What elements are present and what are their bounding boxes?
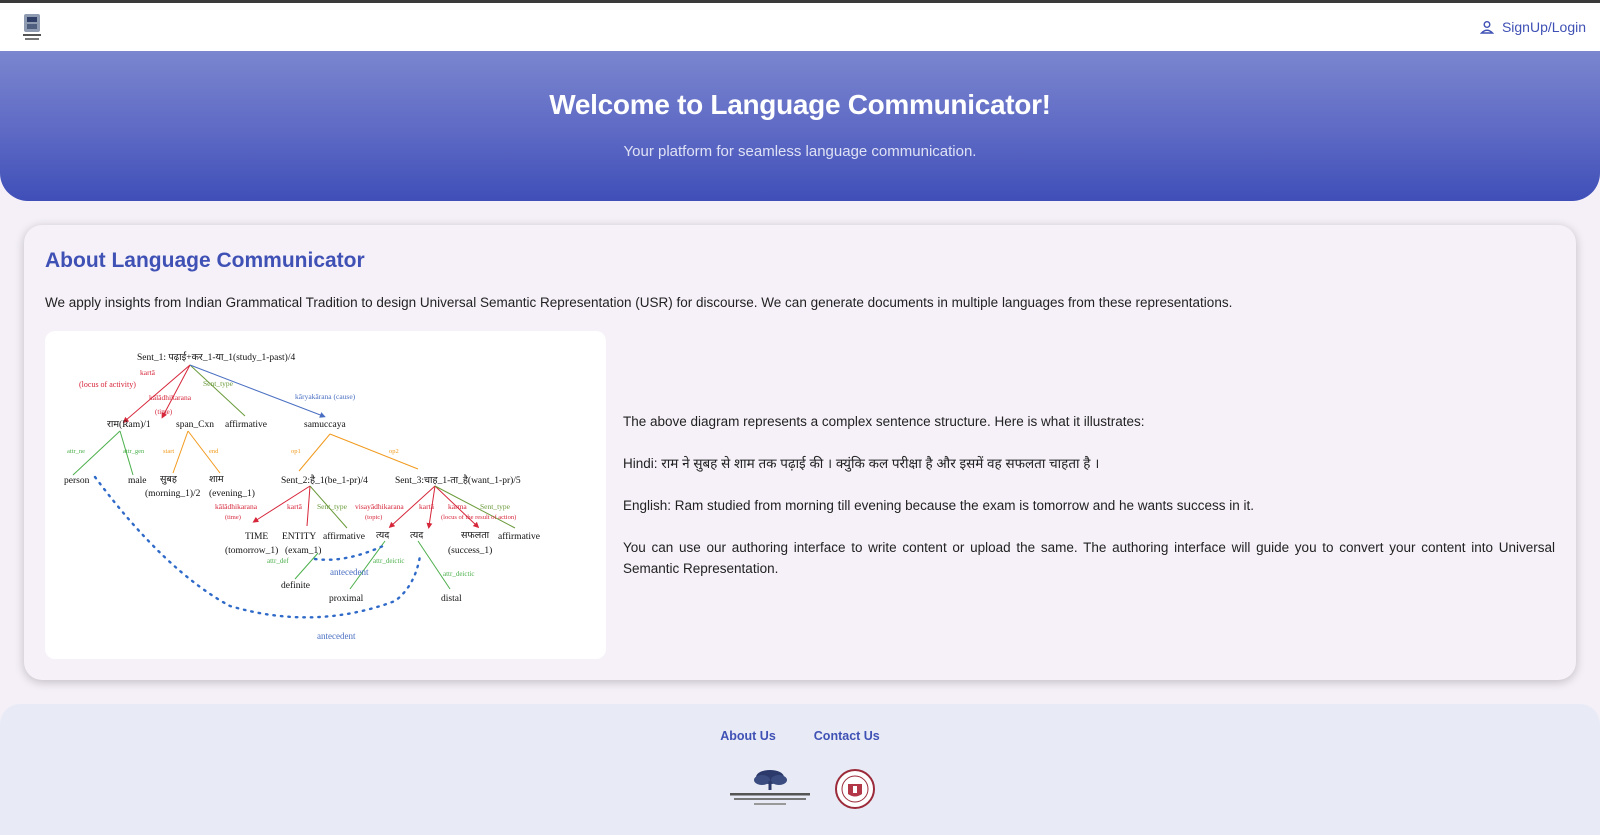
node-affirm3: affirmative <box>498 531 540 542</box>
about-heading: About Language Communicator <box>45 249 365 272</box>
node-shaam-gloss: (evening_1) <box>209 488 255 499</box>
node-span: span_Cxn <box>176 420 214 430</box>
node-sent3: Sent_3:चाह_1-ता_है(want_1-pr)/5 <box>395 474 521 486</box>
node-tyad2: त्यद <box>410 531 424 541</box>
signup-login-button[interactable]: SignUp/Login <box>1479 19 1586 35</box>
about-us-link[interactable]: About Us <box>720 729 776 743</box>
navbar: SignUp/Login <box>0 3 1600 51</box>
node-safalta-gloss: (success_1) <box>448 545 492 556</box>
edge-op1: op1 <box>291 448 301 455</box>
edge-sent-type-2: Sent_type <box>317 502 348 511</box>
edge-locus-result: (locus of the result of action) <box>441 514 516 521</box>
description-authoring: You can use our authoring interface to w… <box>623 540 1555 576</box>
node-affirm1: affirmative <box>225 419 267 430</box>
edge-attr-gen: attr_gen <box>123 448 145 455</box>
about-card: About Language Communicator We apply ins… <box>24 225 1576 680</box>
edge-sent-type: Sent_type <box>203 379 234 388</box>
node-entity-gloss: (exam_1) <box>285 545 321 556</box>
node-distal: distal <box>441 594 462 604</box>
edge-kaladhikarana-2: kālādhikarana <box>215 502 258 511</box>
university-seal-icon <box>835 769 875 809</box>
edge-sent-type-3: Sent_type <box>480 502 511 511</box>
edge-karta-2: kartā <box>287 502 303 511</box>
node-shaam: शाम <box>209 475 224 485</box>
edge-topic: (topic) <box>365 514 382 521</box>
node-entity: ENTITY <box>282 532 316 542</box>
node-sent2: Sent_2:है_1(be_1-pr)/4 <box>281 474 368 486</box>
footer-logos <box>728 768 876 810</box>
edge-time-2: (time) <box>225 514 241 521</box>
edge-attr-def: attr_def <box>267 557 289 565</box>
edge-attr-deictic-2: attr_deictic <box>443 570 474 578</box>
description-hindi: Hindi: राम ने सुबह से शाम तक पढ़ाई की । … <box>623 456 1100 471</box>
hero-title: Welcome to Language Communicator! <box>549 89 1051 120</box>
node-time: TIME <box>245 532 268 542</box>
node-tyad1: त्यद <box>376 531 390 541</box>
diagram-description: The above diagram represents a complex s… <box>623 411 1555 600</box>
node-person: person <box>64 476 90 486</box>
edge-karma: karma <box>448 502 467 511</box>
user-icon <box>1479 21 1494 34</box>
edge-attr-deictic: attr_deictic <box>373 557 404 565</box>
about-intro: We apply insights from Indian Grammatica… <box>45 295 1233 310</box>
node-safalta: सफलता <box>461 531 490 541</box>
hero-banner: Welcome to Language Communicator! Your p… <box>0 51 1600 201</box>
institute-crest-icon[interactable] <box>20 11 44 43</box>
description-intro: The above diagram represents a complex s… <box>623 414 1145 429</box>
edge-op2: op2 <box>389 448 399 455</box>
usr-diagram-svg: Sent_1: पढ़ाई+कर_1-या_1(study_1-past)/4 … <box>64 351 540 641</box>
edge-attr-ne: attr_ne <box>67 448 85 455</box>
node-subah: सुबह <box>160 475 178 485</box>
edge-end: end <box>209 448 219 455</box>
node-samuccaya: samuccaya <box>304 420 346 430</box>
footer-links: About Us Contact Us <box>0 729 1600 743</box>
description-english: English: Ram studied from morning till e… <box>623 498 1255 513</box>
edge-kaladhikarana: kālādhikarana <box>149 393 192 402</box>
node-definite: definite <box>281 580 310 591</box>
node-ram: राम(Ram)/1 <box>107 419 151 430</box>
node-male: male <box>128 476 146 486</box>
edge-antecedent-2: antecedent <box>317 631 356 641</box>
edge-time: (time) <box>155 408 173 416</box>
hero-subtitle: Your platform for seamless language comm… <box>623 143 977 160</box>
node-affirm2: affirmative <box>323 531 365 542</box>
contact-us-link[interactable]: Contact Us <box>814 729 880 743</box>
edge-karta: kartā <box>140 368 156 377</box>
iiit-hyderabad-logo-icon <box>730 770 810 805</box>
edge-locus: (locus of activity) <box>79 380 136 389</box>
signup-login-label: SignUp/Login <box>1501 19 1586 35</box>
node-root: Sent_1: पढ़ाई+कर_1-या_1(study_1-past)/4 <box>137 351 295 363</box>
usr-diagram: Sent_1: पढ़ाई+कर_1-या_1(study_1-past)/4 … <box>45 331 606 659</box>
edge-karyakarana: kāryakārana (cause) <box>295 392 356 401</box>
node-time-gloss: (tomorrow_1) <box>225 545 278 556</box>
node-proximal: proximal <box>329 594 364 604</box>
edge-antecedent: antecedent <box>330 567 369 577</box>
footer: About Us Contact Us <box>0 704 1600 835</box>
edge-karta-3: kartā <box>419 502 435 511</box>
edge-visayadhikarana: visayādhikarana <box>355 502 404 511</box>
edge-start: start <box>163 448 174 455</box>
node-subah-gloss: (morning_1)/2 <box>145 488 201 499</box>
